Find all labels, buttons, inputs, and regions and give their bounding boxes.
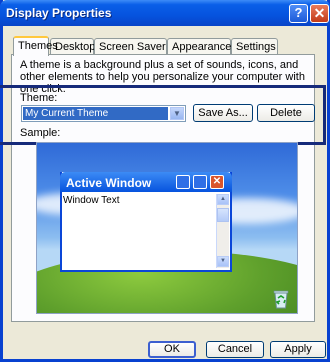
tab-appearance[interactable]: Appearance [167, 38, 231, 54]
maximize-icon [193, 175, 207, 189]
sample-scrollbar: ▲ ▼ [216, 194, 229, 268]
sample-window-text: Window Text [63, 195, 120, 206]
recycle-bin-icon [273, 290, 289, 309]
scroll-down-icon: ▼ [217, 256, 229, 267]
minimize-icon [176, 175, 190, 189]
scroll-up-icon: ▲ [217, 194, 229, 205]
close-icon[interactable]: ✕ [310, 4, 329, 23]
cancel-button[interactable]: Cancel [206, 341, 264, 358]
close-icon: ✕ [210, 175, 224, 189]
scroll-thumb [217, 208, 229, 222]
sample-window-titlebar: Active Window ✕ [60, 172, 232, 192]
sample-window-title: Active Window [66, 176, 152, 190]
ok-button[interactable]: OK [148, 341, 196, 358]
sample-label: Sample: [20, 127, 61, 139]
save-as-button[interactable]: Save As... [193, 104, 253, 122]
window-title: Display Properties [6, 6, 112, 20]
theme-select-value: My Current Theme [23, 107, 168, 120]
chevron-down-icon[interactable]: ▼ [170, 107, 184, 120]
tab-themes[interactable]: Themes [13, 36, 58, 56]
apply-button[interactable]: Apply [270, 341, 326, 358]
theme-select[interactable]: My Current Theme ▼ [21, 105, 186, 122]
title-bar[interactable]: Display Properties ? ✕ [0, 0, 330, 26]
help-icon[interactable]: ? [289, 4, 308, 23]
theme-label: Theme: [20, 92, 58, 104]
tab-settings[interactable]: Settings [231, 38, 278, 54]
delete-button[interactable]: Delete [257, 104, 315, 122]
tab-screen-saver[interactable]: Screen Saver [94, 38, 167, 54]
